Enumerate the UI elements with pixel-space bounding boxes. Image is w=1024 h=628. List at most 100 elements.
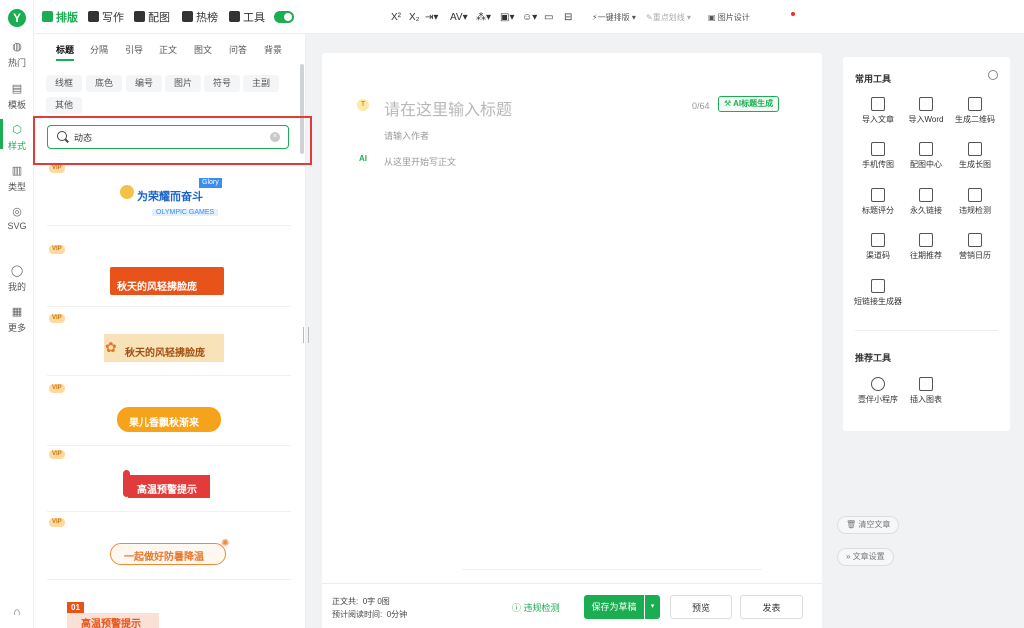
left-rail: Y ◍ 热门 ▤ 模板 ⬡ 样式 ▥ 类型 ◎ SVG ◯ 我的 ▦ 更多 ∩: [0, 0, 34, 628]
channel-qrcode-icon: [871, 233, 885, 247]
mode-toggle[interactable]: [274, 11, 294, 23]
tool-phone-upload[interactable]: 手机传图: [852, 142, 904, 170]
medal-icon: [120, 185, 134, 199]
template-card[interactable]: VIP ✿ 秋天的风轻拂脸庞: [47, 314, 291, 376]
leaf-icon: ✿: [105, 339, 117, 355]
rail-item-style[interactable]: ⬡ 样式: [0, 123, 34, 152]
headset-icon[interactable]: ∩: [0, 605, 34, 621]
template-subtext: OLYMPIC GAMES: [152, 209, 219, 216]
vip-badge: VIP: [49, 450, 65, 459]
tab-hot[interactable]: 热榜: [182, 11, 218, 25]
pen-icon: [88, 11, 99, 22]
title-counter: 0/64: [692, 101, 710, 111]
tab-layout[interactable]: 排版: [42, 11, 78, 25]
clear-article-button[interactable]: 🗑 清空文章: [837, 516, 900, 534]
body-input[interactable]: 从这里开始写正文: [384, 155, 456, 168]
tool-compliance[interactable]: 违规检测: [949, 188, 1001, 216]
tool-title-score[interactable]: 标题评分: [852, 188, 904, 216]
tool-long-image[interactable]: 生成长图: [949, 142, 1001, 170]
tab-guide[interactable]: 引导: [125, 43, 143, 56]
image-design-button[interactable]: ▣ 图片设计: [708, 12, 750, 24]
rail-item-svg[interactable]: ◎ SVG: [0, 205, 34, 231]
panel-resize-handle[interactable]: [303, 327, 309, 343]
tool-image-center[interactable]: 配图中心: [900, 142, 952, 170]
template-card[interactable]: VIP 为荣耀而奋斗 Glory OLYMPIC GAMES: [47, 164, 291, 226]
gear-icon[interactable]: [988, 70, 998, 80]
tool-import-article[interactable]: 导入文章: [852, 97, 904, 125]
html-icon[interactable]: ▭: [544, 12, 553, 24]
tab-heading[interactable]: 标题: [56, 43, 74, 56]
shield-icon: ⓘ: [512, 603, 522, 613]
ai-write-icon[interactable]: AI: [359, 154, 367, 163]
sun-icon: ✺: [221, 538, 230, 549]
tab-write[interactable]: 写作: [88, 11, 124, 25]
chip-symbol[interactable]: 符号: [204, 75, 241, 92]
tool-import-word[interactable]: 导入Word: [900, 97, 952, 125]
word-count: 正文共: 0字 0图: [332, 597, 390, 606]
template-text: 高温预警提示: [81, 619, 141, 628]
tab-body[interactable]: 正文: [159, 43, 177, 56]
chip-fill[interactable]: 底色: [86, 75, 123, 92]
tab-image-text[interactable]: 图文: [194, 43, 212, 56]
title-icon: [871, 188, 885, 202]
tool-qrcode[interactable]: 生成二维码: [949, 97, 1001, 125]
chip-number[interactable]: 编号: [126, 75, 163, 92]
article-settings-button[interactable]: » 文章设置: [837, 548, 894, 566]
tool-marketing-calendar[interactable]: 营销日历: [949, 233, 1001, 261]
chevron-down-icon[interactable]: ▾: [645, 595, 660, 619]
template-icon: ▤: [11, 83, 23, 95]
tab-background[interactable]: 背景: [264, 43, 282, 56]
highlight-line-button[interactable]: ✎重点划线 ▾: [646, 12, 691, 24]
indent-icon[interactable]: ⇥▾: [425, 12, 438, 24]
template-card[interactable]: VIP 果儿香飘秋渐来: [47, 384, 291, 446]
tab-tools[interactable]: 工具: [229, 11, 265, 25]
rail-item-hot[interactable]: ◍ 热门: [0, 40, 34, 69]
type-icon: ▥: [11, 165, 23, 177]
template-card[interactable]: 01 高温预警提示: [47, 582, 291, 628]
chip-image[interactable]: 图片: [165, 75, 202, 92]
briefcase-icon[interactable]: ⊟: [564, 12, 572, 24]
top-toolbar: 排版 写作 配图 热榜 工具 X² X₂ ⇥▾ AV▾ ⁂▾ ▣▾ ☺▾ ▭ ⊟…: [34, 0, 1024, 34]
emoji-icon[interactable]: ☺▾: [522, 12, 537, 24]
vip-badge: VIP: [49, 384, 65, 393]
save-draft-button[interactable]: 保存为草稿: [584, 595, 644, 619]
chevron-double-down-icon: »: [846, 552, 851, 561]
title-input[interactable]: 请在这里输入标题: [384, 96, 512, 120]
rail-item-more[interactable]: ▦ 更多: [0, 305, 34, 334]
subscript-button[interactable]: X₂: [409, 12, 420, 24]
chip-other[interactable]: 其他: [46, 97, 83, 114]
insert-image-icon[interactable]: ▣▾: [500, 12, 514, 24]
tool-short-link[interactable]: 短链接生成器: [847, 279, 909, 307]
editor-footer: 正文共: 0字 0图 预计阅读时间: 0分钟 ⓘ 违规检测 保存为草稿 ▾ 预览…: [322, 583, 822, 628]
preview-button[interactable]: 预览: [670, 595, 732, 619]
author-input[interactable]: 请输入作者: [384, 129, 429, 142]
tool-channel-code[interactable]: 渠道码: [852, 233, 904, 261]
rail-item-template[interactable]: ▤ 模板: [0, 82, 34, 111]
tab-image[interactable]: 配图: [134, 11, 170, 25]
shield-icon: [968, 188, 982, 202]
letter-spacing-icon[interactable]: AV▾: [450, 12, 468, 24]
chip-outline[interactable]: 线框: [46, 75, 83, 92]
tab-divider[interactable]: 分隔: [90, 43, 108, 56]
ai-title-button[interactable]: ⚒ AI标题生成: [718, 96, 780, 112]
template-card[interactable]: VIP 高温预警提示: [47, 450, 291, 512]
publish-button[interactable]: 发表: [740, 595, 803, 619]
tool-miniprogram[interactable]: 壹伴小程序: [852, 377, 904, 405]
tool-insert-chart[interactable]: 插入图表: [900, 377, 952, 405]
template-card[interactable]: VIP 秋天的风轻拂脸庞: [47, 245, 291, 307]
superscript-button[interactable]: X²: [391, 12, 401, 24]
rail-item-mine[interactable]: ◯ 我的: [0, 264, 34, 293]
section-divider: [855, 330, 998, 331]
template-card[interactable]: VIP ✺ 一起做好防暑降温: [47, 518, 291, 580]
tool-permanent-link[interactable]: 永久链接: [900, 188, 952, 216]
chip-main-sub[interactable]: 主副: [243, 75, 280, 92]
link-icon: [919, 188, 933, 202]
magic-icon[interactable]: ⁂▾: [476, 12, 491, 24]
compliance-check-button[interactable]: ⓘ 违规检测: [512, 601, 560, 614]
one-click-layout-button[interactable]: ⚡一键排版 ▾: [592, 12, 636, 24]
rail-item-type[interactable]: ▥ 类型: [0, 164, 34, 193]
tab-qa[interactable]: 问答: [229, 43, 247, 56]
tool-past-recommend[interactable]: 往期推荐: [900, 233, 952, 261]
template-badge: Glory: [199, 178, 222, 188]
short-link-icon: [871, 279, 885, 293]
